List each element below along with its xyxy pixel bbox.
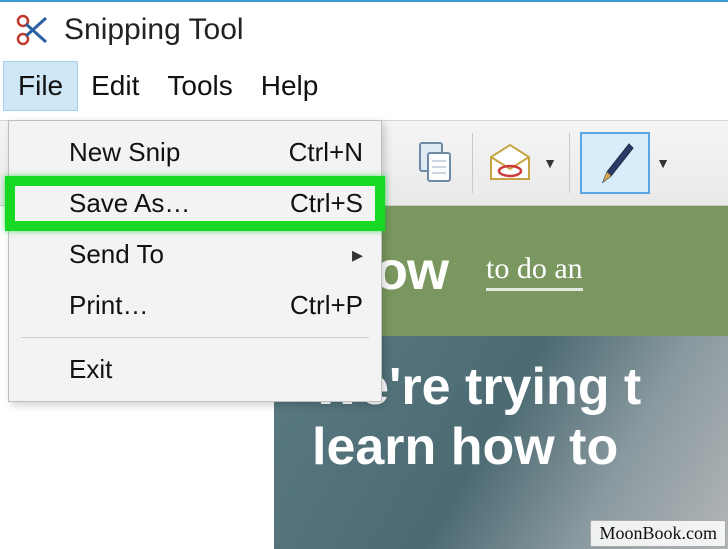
body-line-2: learn how to (312, 418, 728, 478)
menu-item-new-snip[interactable]: New Snip Ctrl+N (9, 127, 381, 178)
menu-shortcut: Ctrl+S (290, 188, 363, 219)
pen-icon (593, 138, 637, 188)
menu-item-save-as[interactable]: Save As… Ctrl+S (9, 178, 381, 229)
menu-shortcut: Ctrl+N (289, 137, 363, 168)
menu-tools[interactable]: Tools (153, 62, 246, 110)
menu-item-print[interactable]: Print… Ctrl+P (9, 280, 381, 331)
menu-item-send-to[interactable]: Send To ▸ (9, 229, 381, 280)
menu-separator (21, 337, 369, 338)
pen-dropdown-arrow[interactable]: ▼ (654, 155, 672, 171)
menu-label: Save As… (69, 188, 190, 219)
submenu-arrow-icon: ▸ (352, 242, 363, 268)
menu-shortcut: Ctrl+P (290, 290, 363, 321)
titlebar: Snipping Tool (0, 2, 728, 62)
file-menu-dropdown: New Snip Ctrl+N Save As… Ctrl+S Send To … (8, 120, 382, 402)
window-title: Snipping Tool (64, 13, 244, 47)
menu-label: Print… (69, 290, 148, 321)
toolbar-separator (472, 133, 473, 193)
menu-label: Exit (69, 354, 112, 385)
scissors-icon (14, 12, 50, 48)
envelope-icon (487, 143, 533, 183)
toolbar-separator (569, 133, 570, 193)
watermark: MoonBook.com (590, 520, 726, 547)
copy-icon (416, 141, 454, 185)
send-mail-button[interactable] (483, 133, 537, 193)
menu-item-exit[interactable]: Exit (9, 344, 381, 395)
mail-dropdown-arrow[interactable]: ▼ (541, 155, 559, 171)
wikihow-tagline: to do an (486, 252, 583, 291)
menu-help[interactable]: Help (247, 62, 333, 110)
menu-file[interactable]: File (4, 62, 77, 110)
snipping-tool-window: Snipping Tool File Edit Tools Help ▼ (0, 0, 728, 549)
menubar: File Edit Tools Help (0, 62, 728, 110)
menu-label: Send To (69, 239, 164, 270)
pen-button[interactable] (580, 132, 650, 194)
menu-edit[interactable]: Edit (77, 62, 153, 110)
menu-label: New Snip (69, 137, 180, 168)
copy-button[interactable] (408, 133, 462, 193)
